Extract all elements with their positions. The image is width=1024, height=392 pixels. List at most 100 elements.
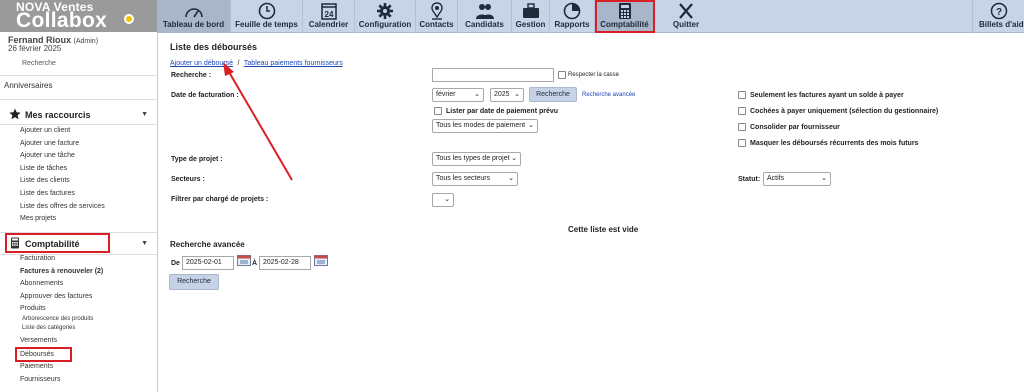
star-icon xyxy=(9,108,21,120)
sidebar-accounting-item[interactable]: Facturation xyxy=(20,255,55,262)
highlight-box xyxy=(5,233,110,253)
nav-tableau-de-bord[interactable]: Tableau de bord xyxy=(157,0,231,33)
app-window: NOVA Ventes Collabox Tableau de bord Feu… xyxy=(0,0,1024,392)
project-type-label: Type de projet : xyxy=(171,156,223,163)
pie-chart-icon xyxy=(563,2,581,20)
sidebar-shortcut-item[interactable]: Ajouter une tâche xyxy=(20,152,75,159)
nav-label: Comptabilité xyxy=(600,20,649,29)
nav-billets-aide[interactable]: ? Billets d'aid xyxy=(972,0,1024,33)
advanced-search-link[interactable]: Recherche avancée xyxy=(582,92,635,98)
sidebar-accounting-item[interactable]: Liste des catégories xyxy=(22,325,75,331)
respect-case-checkbox[interactable] xyxy=(558,71,566,79)
nav-gestion[interactable]: Gestion xyxy=(512,0,550,33)
dashboard-gauge-icon xyxy=(184,8,203,18)
option-checkbox-hide-recurring[interactable] xyxy=(738,139,746,147)
sidebar-shortcut-item[interactable]: Ajouter une facture xyxy=(20,140,79,147)
nav-label: Tableau de bord xyxy=(162,20,225,29)
add-disbursement-link[interactable]: Ajouter un déboursé xyxy=(170,60,233,67)
sidebar-accounting-item[interactable]: Paiements xyxy=(20,363,53,370)
option-label: Masquer les déboursés récurrents des moi… xyxy=(750,140,919,147)
chevron-down-icon: ⌄ xyxy=(508,175,514,182)
gear-icon xyxy=(377,3,393,19)
nav-label: Billets d'aid xyxy=(979,20,1024,29)
month-select[interactable]: février ⌄ xyxy=(432,88,484,102)
calendar-picker-icon[interactable] xyxy=(237,254,251,266)
nav-rapports[interactable]: Rapports xyxy=(550,0,595,33)
project-manager-filter-label: Filtrer par chargé de projets : xyxy=(171,196,269,203)
help-question-icon: ? xyxy=(990,2,1007,20)
nav-label: Rapports xyxy=(554,20,590,29)
nav-label: Configuration xyxy=(358,20,412,29)
advanced-search-title: Recherche avancée xyxy=(170,240,245,249)
sidebar-accounting-item[interactable]: Abonnements xyxy=(20,280,63,287)
list-by-payment-date-checkbox[interactable] xyxy=(434,107,442,115)
search-label: Recherche : xyxy=(171,72,212,79)
to-date-input[interactable]: 2025-02-28 xyxy=(259,256,311,270)
nav-quitter[interactable]: Quitter xyxy=(655,0,717,33)
calendar-icon: 24 xyxy=(320,3,337,20)
sidebar-shortcut-item[interactable]: Liste de tâches xyxy=(20,165,67,172)
contact-pin-icon xyxy=(430,2,443,20)
nav-contacts[interactable]: Contacts xyxy=(416,0,458,33)
sidebar-shortcut-item[interactable]: Ajouter un client xyxy=(20,127,70,134)
brand-main-text: Collabox xyxy=(16,9,108,32)
sidebar-shortcut-item[interactable]: Liste des factures xyxy=(20,190,75,197)
chevron-down-icon: ⌄ xyxy=(514,91,520,98)
header-links: Ajouter un déboursé / Tableau paiements … xyxy=(170,52,343,70)
current-date: 26 février 2025 xyxy=(8,44,62,53)
sectors-label: Secteurs : xyxy=(171,176,205,183)
option-label: Cochées à payer uniquement (sélection du… xyxy=(750,108,939,115)
divider xyxy=(0,124,157,125)
option-checkbox-balance[interactable] xyxy=(738,91,746,99)
sidebar-accounting-item[interactable]: Arborescence des produits xyxy=(22,316,93,322)
collapse-caret-icon[interactable]: ▼ xyxy=(141,240,148,247)
nav-candidats[interactable]: Candidats xyxy=(458,0,512,33)
nav-label: Gestion xyxy=(515,20,546,29)
option-label: Consolider par fournisseur xyxy=(750,124,840,131)
sidebar-shortcut-item[interactable]: Mes projets xyxy=(20,215,56,222)
nav-feuille-de-temps[interactable]: Feuille de temps xyxy=(231,0,303,33)
user-role: (Admin) xyxy=(73,38,99,45)
search-button[interactable]: Recherche xyxy=(529,87,577,102)
from-date-input[interactable]: 2025-02-01 xyxy=(182,256,234,270)
nav-label: Contacts xyxy=(419,20,454,29)
status-select[interactable]: Actifs ⌄ xyxy=(763,172,831,186)
nav-calendrier[interactable]: 24 Calendrier xyxy=(303,0,355,33)
sidebar-anniversaires[interactable]: Anniversaires xyxy=(4,81,52,90)
supplier-payments-table-link[interactable]: Tableau paiements fournisseurs xyxy=(244,60,343,67)
nav-configuration[interactable]: Configuration xyxy=(355,0,416,33)
search-input[interactable] xyxy=(432,68,554,82)
option-checkbox-checked-to-pay[interactable] xyxy=(738,107,746,115)
respect-case-label: Respecter la casse xyxy=(568,72,620,78)
project-type-select[interactable]: Tous les types de projet ⌄ xyxy=(432,152,521,166)
sectors-select[interactable]: Tous les secteurs ⌄ xyxy=(432,172,518,186)
sidebar-accounting-item[interactable]: Versements xyxy=(20,337,57,344)
list-by-payment-date-label: Lister par date de paiement prévu xyxy=(446,108,559,115)
sidebar-shortcut-item[interactable]: Liste des clients xyxy=(20,177,70,184)
option-label: Seulement les factures ayant un solde à … xyxy=(750,92,904,99)
sidebar-shortcut-item[interactable]: Liste des offres de services xyxy=(20,203,105,210)
brand-dot-icon xyxy=(124,14,134,24)
nav-label: Calendrier xyxy=(308,20,349,29)
billing-date-label: Date de facturation : xyxy=(171,92,239,99)
sidebar-accounting-item[interactable]: Approuver des factures xyxy=(20,293,92,300)
option-checkbox-consolidate[interactable] xyxy=(738,123,746,131)
payment-mode-select[interactable]: Tous les modes de paiement ⌄ xyxy=(432,119,538,133)
nav-comptabilite[interactable]: Comptabilité xyxy=(595,0,655,33)
project-manager-select[interactable]: ⌄ xyxy=(432,193,454,207)
chevron-down-icon: ⌄ xyxy=(511,155,517,162)
collapse-caret-icon[interactable]: ▼ xyxy=(141,111,148,118)
advanced-search-button[interactable]: Recherche xyxy=(169,274,219,290)
sidebar-accounting-item[interactable]: Factures à renouveler (2) xyxy=(20,268,103,275)
sidebar-search-link[interactable]: Recherche xyxy=(22,60,56,67)
brand-logo[interactable]: NOVA Ventes Collabox xyxy=(0,0,157,32)
year-select[interactable]: 2025 ⌄ xyxy=(490,88,524,102)
shortcuts-title: Mes raccourcis xyxy=(25,110,91,120)
users-icon xyxy=(475,4,494,19)
sidebar-accounting-item[interactable]: Fournisseurs xyxy=(20,376,60,383)
calendar-picker-icon[interactable] xyxy=(314,254,328,266)
sidebar-accounting-item[interactable]: Produits xyxy=(20,305,46,312)
from-label: De xyxy=(171,260,180,267)
close-x-icon xyxy=(679,3,693,19)
shortcuts-header[interactable]: Mes raccourcis ▼ xyxy=(0,106,157,124)
